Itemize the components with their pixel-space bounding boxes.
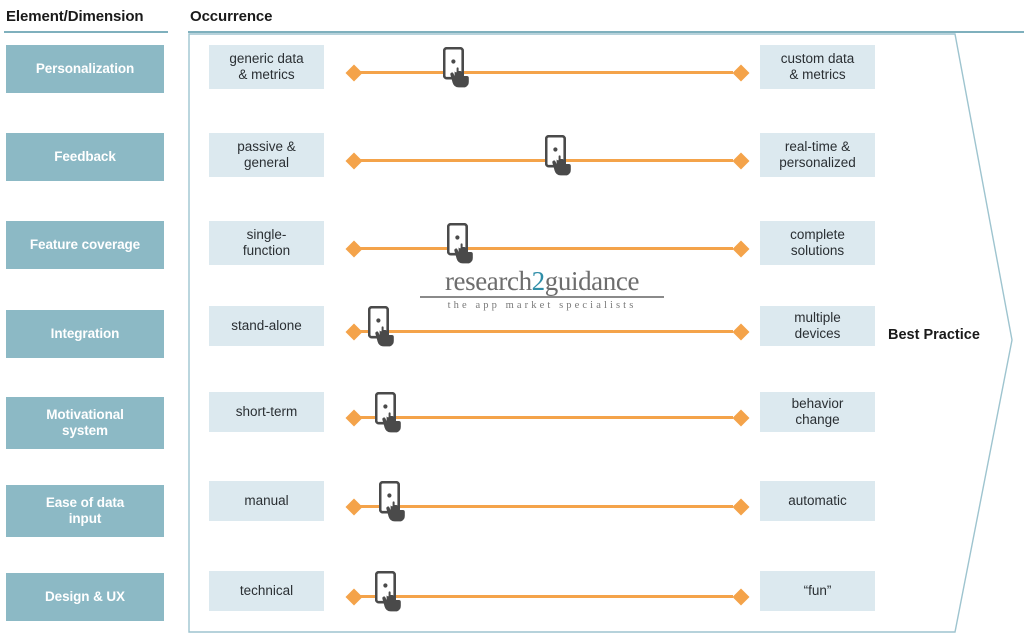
axis-cap-left (345, 240, 363, 257)
phone-tap-marker-icon[interactable] (375, 571, 409, 615)
low-end-chip: short-term (209, 392, 324, 432)
dimension-box: Motivational system (6, 397, 164, 449)
phone-tap-marker-icon[interactable] (375, 392, 409, 436)
high-end-chip: custom data & metrics (760, 45, 875, 89)
dimension-box: Ease of data input (6, 485, 164, 537)
axis-cap-right (732, 240, 750, 257)
infographic-canvas: Element/Dimension Occurrence Personaliza… (0, 0, 1024, 642)
axis-cap-right (732, 152, 750, 169)
header-rule-right (188, 31, 1024, 33)
logo-word-part1: research (444, 266, 532, 296)
phone-tap-marker-icon[interactable] (544, 135, 579, 179)
scale-axis-line (356, 247, 733, 250)
low-end-chip: single-function (209, 221, 324, 265)
logo-divider (420, 296, 664, 298)
phone-tap-marker-icon[interactable] (367, 306, 402, 350)
logo-tagline: the app market specialists (447, 299, 637, 311)
high-end-chip: “fun” (760, 571, 875, 611)
low-end-chip: passive & general (209, 133, 324, 177)
low-end-chip: generic data & metrics (209, 45, 324, 89)
phone-tap-marker-icon[interactable] (378, 481, 413, 525)
scale-axis-line (356, 330, 733, 333)
logo-word-part2: guidance (544, 266, 640, 296)
low-end-chip: stand-alone (209, 306, 324, 346)
high-end-chip: real-time & personalized (760, 133, 875, 177)
dimension-box: Feedback (6, 133, 164, 181)
research2guidance-logo: research2guidance the app market special… (418, 268, 666, 311)
axis-cap-left (345, 498, 363, 515)
axis-cap-left (345, 323, 363, 340)
high-end-chip: multiple devices (760, 306, 875, 346)
axis-cap-right (732, 498, 750, 515)
high-end-chip: automatic (760, 481, 875, 521)
dimension-box: Integration (6, 310, 164, 358)
logo-wordmark: research2guidance (418, 268, 666, 295)
logo-word-accent: 2 (531, 266, 546, 296)
best-practice-label: Best Practice (888, 327, 980, 343)
axis-cap-right (732, 323, 750, 340)
dimension-box: Design & UX (6, 573, 164, 621)
high-end-chip: behavior change (760, 392, 875, 432)
high-end-chip: complete solutions (760, 221, 875, 265)
scale-axis-line (356, 71, 733, 74)
axis-cap-right (732, 588, 750, 605)
phone-tap-marker-icon[interactable] (443, 47, 477, 91)
low-end-chip: technical (209, 571, 324, 611)
axis-cap-left (345, 152, 363, 169)
axis-cap-right (732, 409, 750, 426)
dimension-box: Personalization (6, 45, 164, 93)
axis-cap-left (345, 64, 363, 81)
scale-axis-line (356, 595, 733, 598)
phone-tap-marker-icon[interactable] (446, 223, 481, 267)
scale-axis-line (356, 416, 733, 419)
dimension-box: Feature coverage (6, 221, 164, 269)
low-end-chip: manual (209, 481, 324, 521)
axis-cap-left (345, 409, 363, 426)
column-header-occurrence: Occurrence (190, 8, 273, 25)
axis-cap-left (345, 588, 363, 605)
column-header-element-dimension: Element/Dimension (6, 8, 144, 25)
header-rule-left (4, 31, 168, 33)
axis-cap-right (732, 64, 750, 81)
